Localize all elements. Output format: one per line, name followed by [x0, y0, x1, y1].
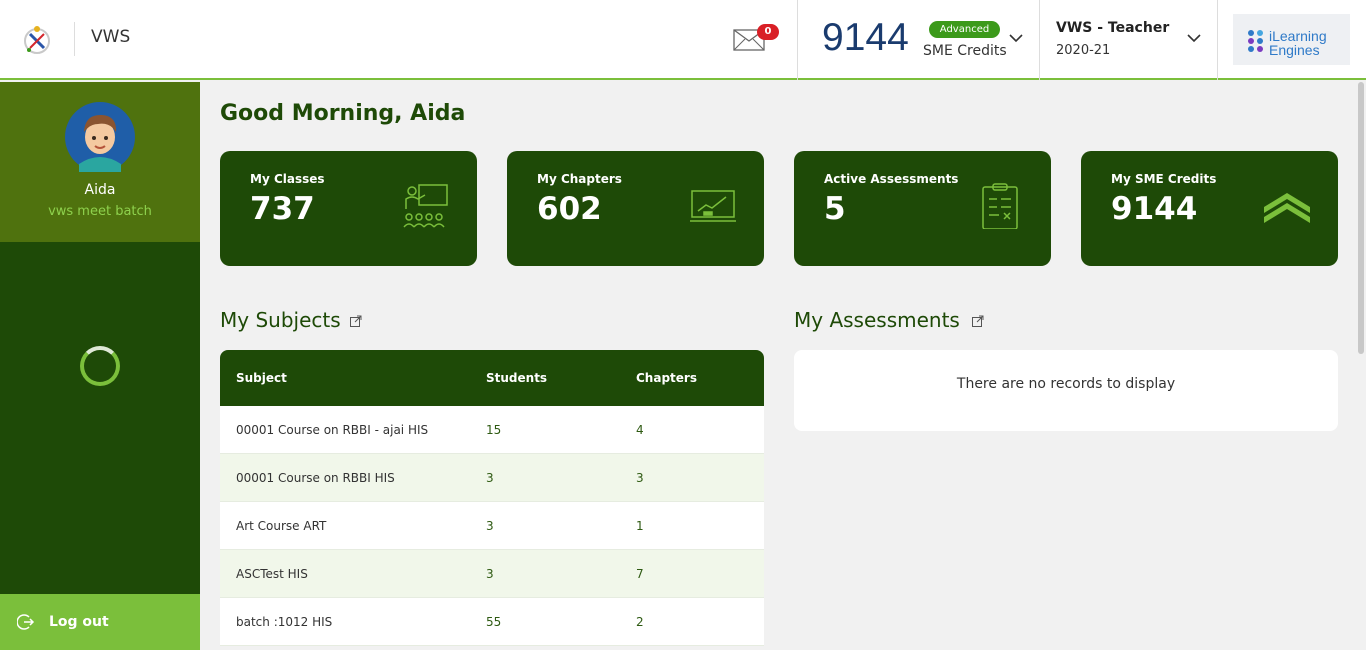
students-cell: 3 [486, 518, 494, 533]
subject-cell: ASCTest HIS [236, 566, 308, 581]
card-value: 737 [250, 191, 315, 227]
loading-spinner-icon [80, 346, 120, 386]
brand-line-2: Engines [1269, 42, 1320, 58]
header-separator [1039, 0, 1040, 80]
open-assessments-icon[interactable] [972, 315, 984, 327]
open-subjects-icon[interactable] [350, 315, 362, 327]
students-cell: 3 [486, 470, 494, 485]
sme-credits-value: 9144 [822, 16, 909, 59]
credits-chevron-down-icon[interactable] [1009, 33, 1023, 43]
header-separator [797, 0, 798, 80]
app-name: VWS [91, 27, 131, 47]
assessments-panel: There are no records to display [794, 350, 1338, 431]
table-row[interactable]: Art Course ART 3 1 [220, 502, 764, 550]
top-header: VWS 0 9144 Advanced SME Credits VWS - Te… [0, 0, 1366, 80]
card-label: Active Assessments [824, 172, 959, 186]
user-batch: vws meet batch [48, 204, 152, 219]
role-title[interactable]: VWS - Teacher [1056, 20, 1169, 36]
subjects-table: Subject Students Chapters 00001 Course o… [220, 350, 764, 646]
credits-level-badge: Advanced [929, 21, 1000, 38]
card-active-assessments[interactable]: Active Assessments 5 [794, 151, 1051, 266]
my-subjects-title: My Subjects [220, 308, 341, 332]
table-row[interactable]: 00001 Course on RBBI HIS 3 3 [220, 454, 764, 502]
header-separator [1217, 0, 1218, 80]
card-value: 9144 [1111, 191, 1198, 227]
card-value: 602 [537, 191, 602, 227]
chapters-cell: 7 [636, 566, 644, 581]
table-header: Subject Students Chapters [220, 350, 764, 406]
chapters-cell: 3 [636, 470, 644, 485]
card-label: My Chapters [537, 172, 622, 186]
card-my-classes[interactable]: My Classes 737 [220, 151, 477, 266]
header-divider [74, 22, 75, 56]
table-row[interactable]: batch :1012 HIS 55 2 [220, 598, 764, 646]
subject-cell: 00001 Course on RBBI - ajai HIS [236, 422, 429, 437]
students-cell: 3 [486, 566, 494, 581]
card-value: 5 [824, 191, 846, 227]
role-chevron-down-icon[interactable] [1187, 33, 1201, 43]
clipboard-icon [982, 183, 1018, 229]
subject-cell: 00001 Course on RBBI HIS [236, 470, 395, 485]
mail-count-badge[interactable]: 0 [757, 24, 779, 40]
school-logo-icon[interactable] [22, 24, 52, 56]
empty-state-text: There are no records to display [956, 376, 1176, 392]
chapters-cell: 2 [636, 614, 644, 629]
page-title: Good Morning, Aida [220, 101, 466, 126]
page-scrollbar[interactable] [1356, 82, 1366, 650]
logout-button[interactable]: Log out [0, 594, 200, 650]
brand-name: iLearning Engines [1269, 29, 1327, 57]
classroom-icon [403, 184, 448, 228]
column-header-students[interactable]: Students [486, 371, 547, 385]
students-cell: 55 [486, 614, 502, 629]
subject-cell: Art Course ART [236, 518, 327, 533]
subject-cell: batch :1012 HIS [236, 614, 333, 629]
sidebar: Aida vws meet batch Log out [0, 82, 200, 650]
logout-label: Log out [49, 614, 109, 630]
ilearning-logo-icon [1248, 30, 1263, 52]
user-profile: Aida vws meet batch [0, 82, 200, 242]
scrollbar-thumb[interactable] [1358, 82, 1364, 354]
column-header-chapters[interactable]: Chapters [636, 371, 697, 385]
chapters-cell: 4 [636, 422, 644, 437]
table-row[interactable]: 00001 Course on RBBI - ajai HIS 15 4 [220, 406, 764, 454]
students-cell: 15 [486, 422, 502, 437]
sme-credits-label: SME Credits [923, 43, 1007, 59]
card-my-chapters[interactable]: My Chapters 602 [507, 151, 764, 266]
my-assessments-title: My Assessments [794, 308, 960, 332]
brand-line-1: iLearning [1269, 28, 1327, 44]
logout-icon [17, 614, 35, 630]
card-label: My SME Credits [1111, 172, 1217, 186]
chart-monitor-icon [690, 190, 736, 222]
user-name: Aida [84, 182, 116, 198]
academic-year[interactable]: 2020-21 [1056, 43, 1110, 58]
card-my-sme-credits[interactable]: My SME Credits 9144 [1081, 151, 1338, 266]
column-header-subject[interactable]: Subject [236, 371, 287, 385]
table-row[interactable]: ASCTest HIS 3 7 [220, 550, 764, 598]
card-label: My Classes [250, 172, 325, 186]
avatar[interactable] [65, 102, 135, 172]
chapters-cell: 1 [636, 518, 644, 533]
rank-chevron-icon [1264, 193, 1310, 223]
